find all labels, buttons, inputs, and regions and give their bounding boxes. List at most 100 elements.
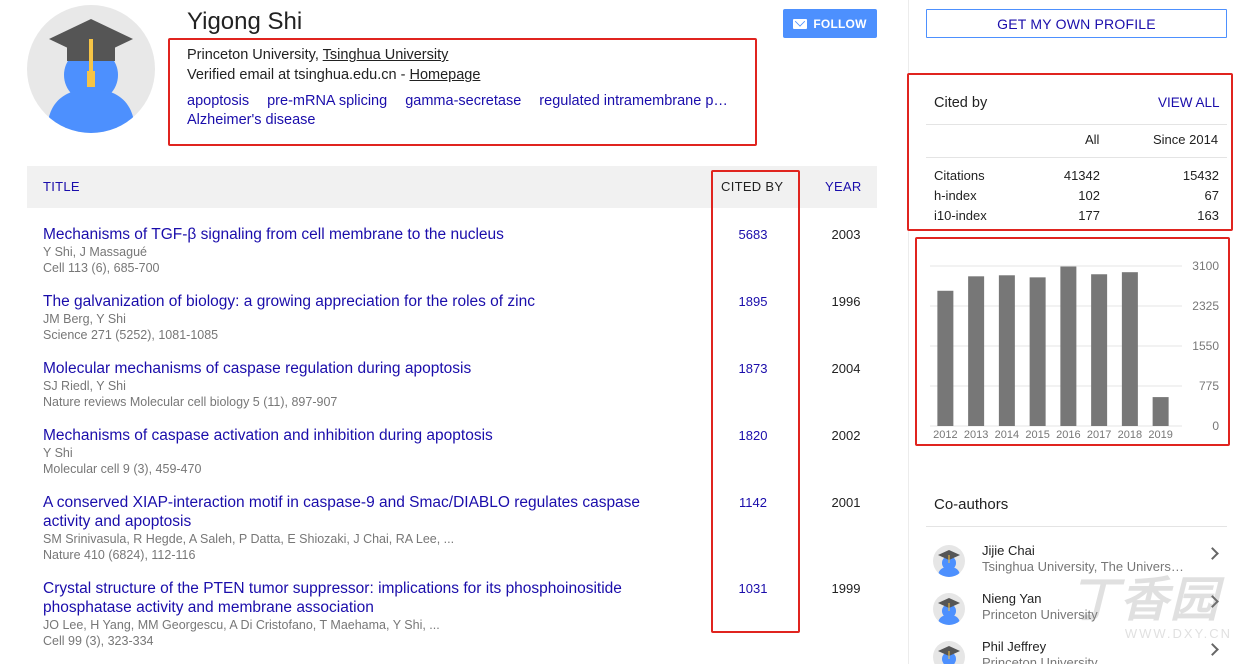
homepage-link[interactable]: Homepage bbox=[409, 67, 480, 83]
publication-authors: Y Shi bbox=[43, 446, 73, 460]
publication-venue: Cell 99 (3), 323-334 bbox=[43, 634, 154, 648]
publication-venue: Cell 113 (6), 685-700 bbox=[43, 261, 160, 275]
publication-year: 2002 bbox=[831, 428, 861, 443]
cited-by-count[interactable]: 1142 bbox=[723, 495, 783, 510]
publication-venue: Molecular cell 9 (3), 459-470 bbox=[43, 462, 202, 476]
divider bbox=[926, 124, 1227, 125]
publication-title[interactable]: Mechanisms of TGF-β signaling from cell … bbox=[43, 225, 683, 244]
research-interests: apoptosis pre-mRNA splicing gamma-secret… bbox=[187, 92, 747, 130]
cited-by-count[interactable]: 1895 bbox=[723, 294, 783, 309]
interest-link[interactable]: pre-mRNA splicing bbox=[267, 93, 387, 109]
stat-since: 163 bbox=[1197, 208, 1219, 223]
publication-venue: Nature reviews Molecular cell biology 5 … bbox=[43, 395, 338, 409]
follow-button[interactable]: FOLLOW bbox=[783, 9, 877, 38]
publication-venue: Science 271 (5252), 1081-1085 bbox=[43, 328, 219, 342]
x-tick-label: 2016 bbox=[1056, 429, 1080, 441]
sort-year-header[interactable]: YEAR bbox=[825, 179, 862, 194]
y-tick-label: 3100 bbox=[1192, 259, 1219, 273]
email-line: Verified email at tsinghua.edu.cn - Home… bbox=[187, 66, 747, 85]
citations-per-year-chart: 3100 2325 1550 775 0 2012 2013 2014 2015 2016 2017… bbox=[930, 259, 1219, 441]
publication-authors: SJ Riedl, Y Shi bbox=[43, 379, 126, 393]
coauthor-item[interactable]: Phil Jeffrey Princeton University bbox=[930, 639, 1225, 664]
avatar bbox=[933, 545, 965, 577]
email-text: Verified email at tsinghua.edu.cn - bbox=[187, 67, 410, 83]
profile-name: Yigong Shi bbox=[187, 8, 303, 35]
sort-cited-by-header[interactable]: CITED BY bbox=[721, 179, 783, 194]
publication-venue: Nature 410 (6824), 112-116 bbox=[43, 548, 196, 562]
coauthor-affiliation: Princeton University bbox=[982, 607, 1098, 622]
x-tick-label: 2012 bbox=[933, 429, 957, 441]
coauthor-name: Phil Jeffrey bbox=[982, 639, 1047, 654]
publication-year: 1999 bbox=[831, 581, 861, 596]
stats-row-i10-index: i10-index 177 163 bbox=[934, 208, 1219, 226]
mail-icon bbox=[793, 18, 808, 29]
publication-title[interactable]: Mechanisms of caspase activation and inh… bbox=[43, 426, 683, 445]
cited-by-count[interactable]: 1031 bbox=[723, 581, 783, 596]
cited-by-count[interactable]: 1873 bbox=[723, 361, 783, 376]
chart-bar-2014[interactable] bbox=[998, 275, 1015, 426]
x-tick-label: 2015 bbox=[1025, 429, 1049, 441]
publication-title[interactable]: Crystal structure of the PTEN tumor supp… bbox=[43, 579, 683, 617]
cited-by-count[interactable]: 5683 bbox=[723, 227, 783, 242]
publication-authors: JO Lee, H Yang, MM Georgescu, A Di Crist… bbox=[43, 618, 440, 632]
x-tick-label: 2014 bbox=[995, 429, 1019, 441]
chart-bar-2019[interactable] bbox=[1152, 397, 1169, 426]
affiliation-line: Princeton University, Tsinghua Universit… bbox=[187, 46, 747, 65]
stat-since: 67 bbox=[1204, 188, 1219, 203]
interest-link[interactable]: gamma-secretase bbox=[405, 93, 521, 109]
stat-all: 102 bbox=[1078, 188, 1100, 203]
sort-title-header[interactable]: TITLE bbox=[43, 179, 80, 194]
col-since-header: Since 2014 bbox=[1153, 132, 1219, 147]
coauthor-affiliation: Tsinghua University, The Univers… bbox=[982, 559, 1184, 574]
chart-bar-2013[interactable] bbox=[968, 276, 985, 426]
y-tick-label: 2325 bbox=[1192, 299, 1219, 313]
publication-title[interactable]: The galvanization of biology: a growing … bbox=[43, 292, 683, 311]
x-tick-label: 2013 bbox=[964, 429, 988, 441]
stat-all: 41342 bbox=[1063, 168, 1100, 183]
coauthor-item[interactable]: Jijie Chai Tsinghua University, The Univ… bbox=[930, 543, 1225, 583]
stats-row-h-index: h-index 102 67 bbox=[934, 188, 1219, 206]
publication-year: 1996 bbox=[831, 294, 861, 309]
avatar bbox=[933, 641, 965, 664]
follow-label: FOLLOW bbox=[813, 16, 867, 31]
avatar bbox=[933, 593, 965, 625]
interest-link[interactable]: apoptosis bbox=[187, 93, 249, 109]
interest-link[interactable]: regulated intramembrane p… bbox=[539, 93, 728, 109]
chart-bar-2017[interactable] bbox=[1091, 274, 1108, 426]
publication-title[interactable]: A conserved XIAP-interaction motif in ca… bbox=[43, 493, 683, 531]
affiliation-text: Princeton University, bbox=[187, 47, 323, 63]
stat-since: 15432 bbox=[1182, 168, 1219, 183]
publication-authors: JM Berg, Y Shi bbox=[43, 312, 126, 326]
cited-by-count[interactable]: 1820 bbox=[723, 428, 783, 443]
y-tick-label: 0 bbox=[1212, 419, 1219, 433]
table-row: Crystal structure of the PTEN tumor supp… bbox=[43, 579, 883, 649]
coauthor-name: Jijie Chai bbox=[982, 543, 1035, 558]
publication-authors: Y Shi, J Massagué bbox=[43, 245, 147, 259]
stat-label: Citations bbox=[934, 168, 985, 183]
affiliation-link[interactable]: Tsinghua University bbox=[323, 47, 449, 63]
coauthor-name: Nieng Yan bbox=[982, 591, 1042, 606]
table-row: The galvanization of biology: a growing … bbox=[43, 292, 883, 343]
interest-link[interactable]: Alzheimer's disease bbox=[187, 112, 316, 128]
get-my-own-profile-button[interactable]: GET MY OWN PROFILE bbox=[926, 9, 1227, 38]
chart-bar-2018[interactable] bbox=[1121, 272, 1138, 426]
table-row: Mechanisms of caspase activation and inh… bbox=[43, 426, 883, 477]
view-all-link[interactable]: VIEW ALL bbox=[1158, 95, 1220, 110]
chevron-right-icon bbox=[1206, 643, 1219, 656]
stat-label: i10-index bbox=[934, 208, 987, 223]
column-divider bbox=[908, 0, 909, 664]
y-tick-label: 775 bbox=[1199, 379, 1219, 393]
divider bbox=[926, 526, 1227, 527]
x-tick-label: 2019 bbox=[1148, 429, 1172, 441]
coauthor-item[interactable]: Nieng Yan Princeton University bbox=[930, 591, 1225, 631]
chart-bar-2012[interactable] bbox=[937, 290, 954, 426]
divider bbox=[926, 157, 1227, 158]
chart-bar-2015[interactable] bbox=[1029, 277, 1046, 426]
chart-bar-2016[interactable] bbox=[1060, 266, 1077, 426]
publication-year: 2004 bbox=[831, 361, 861, 376]
publication-title[interactable]: Molecular mechanisms of caspase regulati… bbox=[43, 359, 683, 378]
stat-label: h-index bbox=[934, 188, 977, 203]
x-tick-label: 2017 bbox=[1087, 429, 1111, 441]
coauthors-title: Co-authors bbox=[934, 496, 1009, 513]
publication-year: 2003 bbox=[831, 227, 861, 242]
